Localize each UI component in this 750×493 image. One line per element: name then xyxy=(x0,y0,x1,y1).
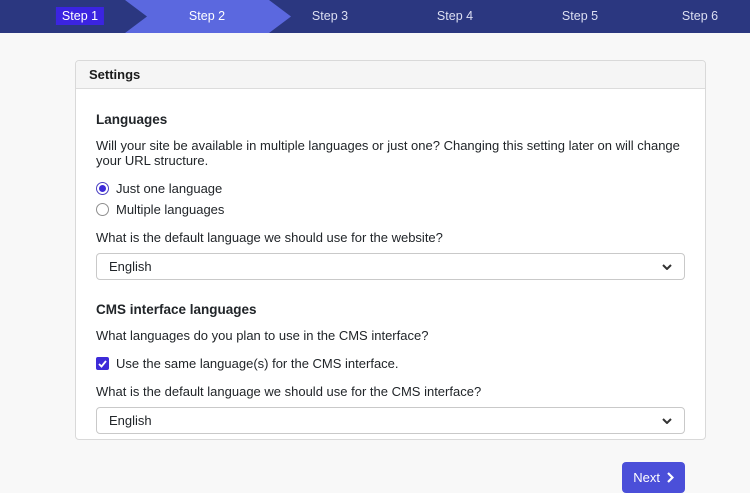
step-4[interactable]: Step 4 xyxy=(437,0,473,33)
radio-just-one-language-label: Just one language xyxy=(116,181,222,196)
settings-panel: Settings Languages Will your site be ava… xyxy=(75,60,706,440)
step-1[interactable]: Step 1 xyxy=(56,0,104,33)
cms-languages-description: What languages do you plan to use in the… xyxy=(96,328,685,343)
cms-languages-heading: CMS interface languages xyxy=(96,302,685,317)
step-4-label: Step 4 xyxy=(437,9,473,23)
panel-body: Languages Will your site be available in… xyxy=(76,89,705,493)
radio-multiple-languages-label: Multiple languages xyxy=(116,202,224,217)
wizard-stepper: Step 1 Step 2 Step 3 Step 4 Step 5 Step … xyxy=(0,0,750,33)
button-row: Next xyxy=(96,462,685,493)
chevron-down-icon xyxy=(662,418,672,424)
step-2[interactable]: Step 2 xyxy=(189,0,225,33)
radio-multiple-languages[interactable]: Multiple languages xyxy=(96,202,685,217)
cms-language-question: What is the default language we should u… xyxy=(96,384,685,399)
step-3-label: Step 3 xyxy=(312,9,348,23)
radio-just-one-language[interactable]: Just one language xyxy=(96,181,685,196)
panel-title: Settings xyxy=(76,61,705,89)
checkbox-same-language-label: Use the same language(s) for the CMS int… xyxy=(116,356,399,371)
website-language-select[interactable]: English xyxy=(96,253,685,280)
radio-checked-icon[interactable] xyxy=(96,182,109,195)
step-2-label: Step 2 xyxy=(189,9,225,23)
checkbox-checked-icon[interactable] xyxy=(96,357,109,370)
next-button[interactable]: Next xyxy=(622,462,685,493)
cms-language-select-value: English xyxy=(109,413,152,428)
checkbox-same-language[interactable]: Use the same language(s) for the CMS int… xyxy=(96,356,685,371)
website-language-question: What is the default language we should u… xyxy=(96,230,685,245)
website-language-select-value: English xyxy=(109,259,152,274)
step-3[interactable]: Step 3 xyxy=(312,0,348,33)
check-icon xyxy=(98,360,107,368)
cms-language-select[interactable]: English xyxy=(96,407,685,434)
step-6[interactable]: Step 6 xyxy=(682,0,718,33)
chevron-right-icon xyxy=(667,472,674,483)
next-button-label: Next xyxy=(633,470,660,485)
step-5-label: Step 5 xyxy=(562,9,598,23)
step-1-label: Step 1 xyxy=(56,7,104,25)
step-6-label: Step 6 xyxy=(682,9,718,23)
step-5[interactable]: Step 5 xyxy=(562,0,598,33)
languages-description: Will your site be available in multiple … xyxy=(96,138,685,168)
languages-heading: Languages xyxy=(96,112,685,127)
radio-unchecked-icon[interactable] xyxy=(96,203,109,216)
chevron-down-icon xyxy=(662,264,672,270)
